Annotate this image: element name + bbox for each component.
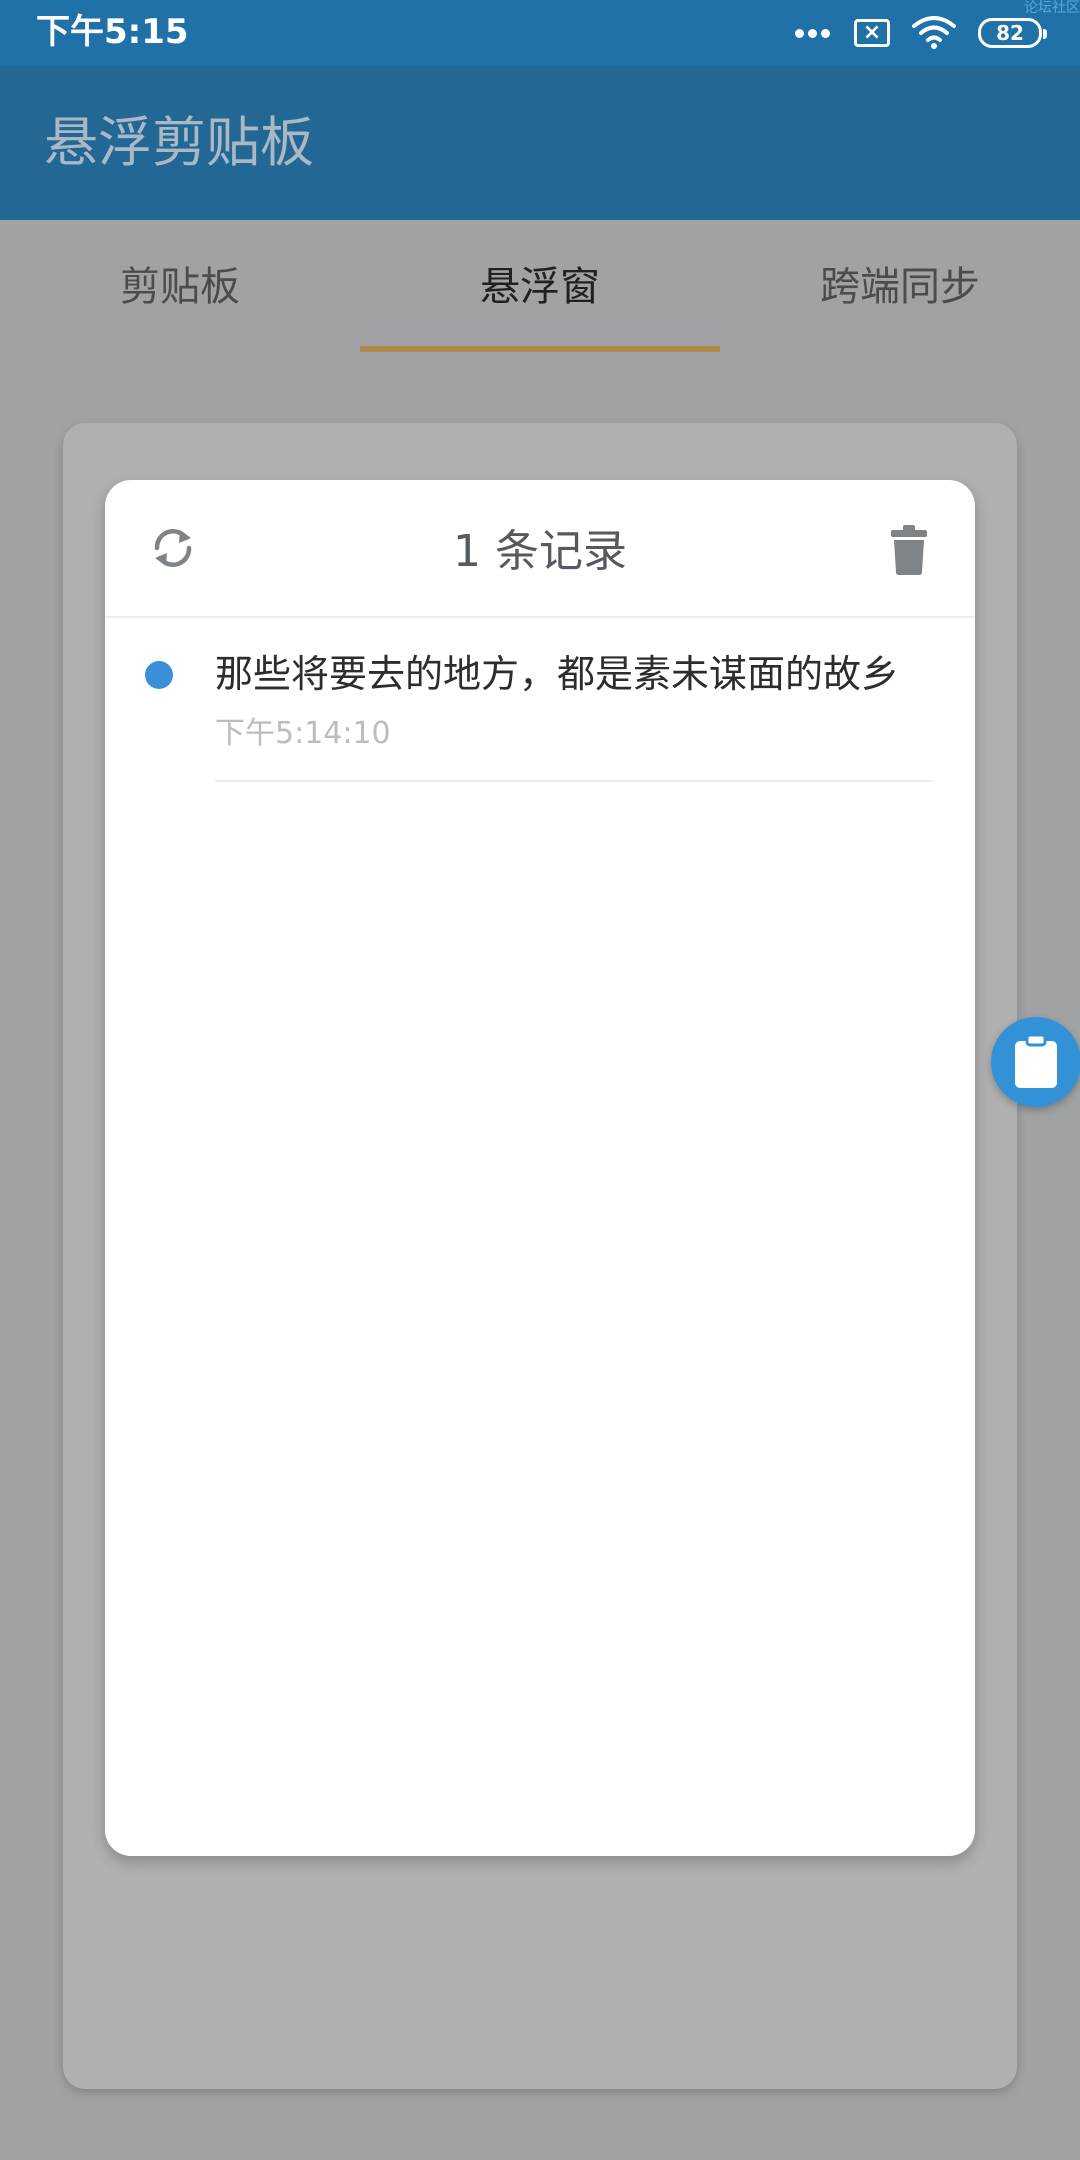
card-header: 1 条记录: [105, 480, 975, 618]
more-dots-icon: [793, 28, 832, 38]
trash-icon[interactable]: [887, 524, 931, 576]
active-tab-indicator: [360, 346, 720, 352]
clipboard-icon: [1015, 1034, 1057, 1088]
tab-cross-device-sync-label: 跨端同步: [820, 264, 980, 310]
clip-list-item[interactable]: 那些将要去的地方，都是素未谋面的故乡 下午5:14:10: [105, 620, 975, 790]
battery-level: 82: [996, 21, 1024, 45]
sim-x-icon: ×: [854, 19, 890, 47]
tab-floating-window[interactable]: 悬浮窗: [360, 220, 720, 352]
tab-clipboard-label: 剪贴板: [120, 264, 240, 310]
app-title: 悬浮剪贴板: [44, 111, 314, 174]
tab-cross-device-sync[interactable]: 跨端同步: [720, 220, 1080, 352]
app-bar: 悬浮剪贴板: [0, 66, 1080, 220]
status-bar: 下午5:15 × 82 论坛社区: [0, 0, 1080, 66]
status-time: 下午5:15: [36, 12, 189, 52]
corner-watermark: 论坛社区: [1024, 0, 1080, 16]
item-divider: [215, 780, 933, 782]
tab-bar: 剪贴板 悬浮窗 跨端同步: [0, 220, 1080, 352]
status-icons: × 82: [771, 14, 1047, 52]
battery-icon: 82: [978, 18, 1047, 48]
item-dot-icon: [145, 661, 173, 689]
clip-item-time: 下午5:14:10: [215, 716, 391, 751]
clip-item-text: 那些将要去的地方，都是素未谋面的故乡: [215, 652, 900, 696]
wifi-icon: [912, 16, 956, 49]
tab-floating-window-label: 悬浮窗: [480, 264, 600, 310]
floating-clipboard-button[interactable]: [991, 1017, 1080, 1107]
record-count: 1 条记录: [453, 526, 627, 577]
floating-clipboard-card: 1 条记录 那些将要去的地方，都是素未谋面的故乡 下午5:14:10: [105, 480, 975, 1856]
tab-clipboard[interactable]: 剪贴板: [0, 220, 360, 352]
